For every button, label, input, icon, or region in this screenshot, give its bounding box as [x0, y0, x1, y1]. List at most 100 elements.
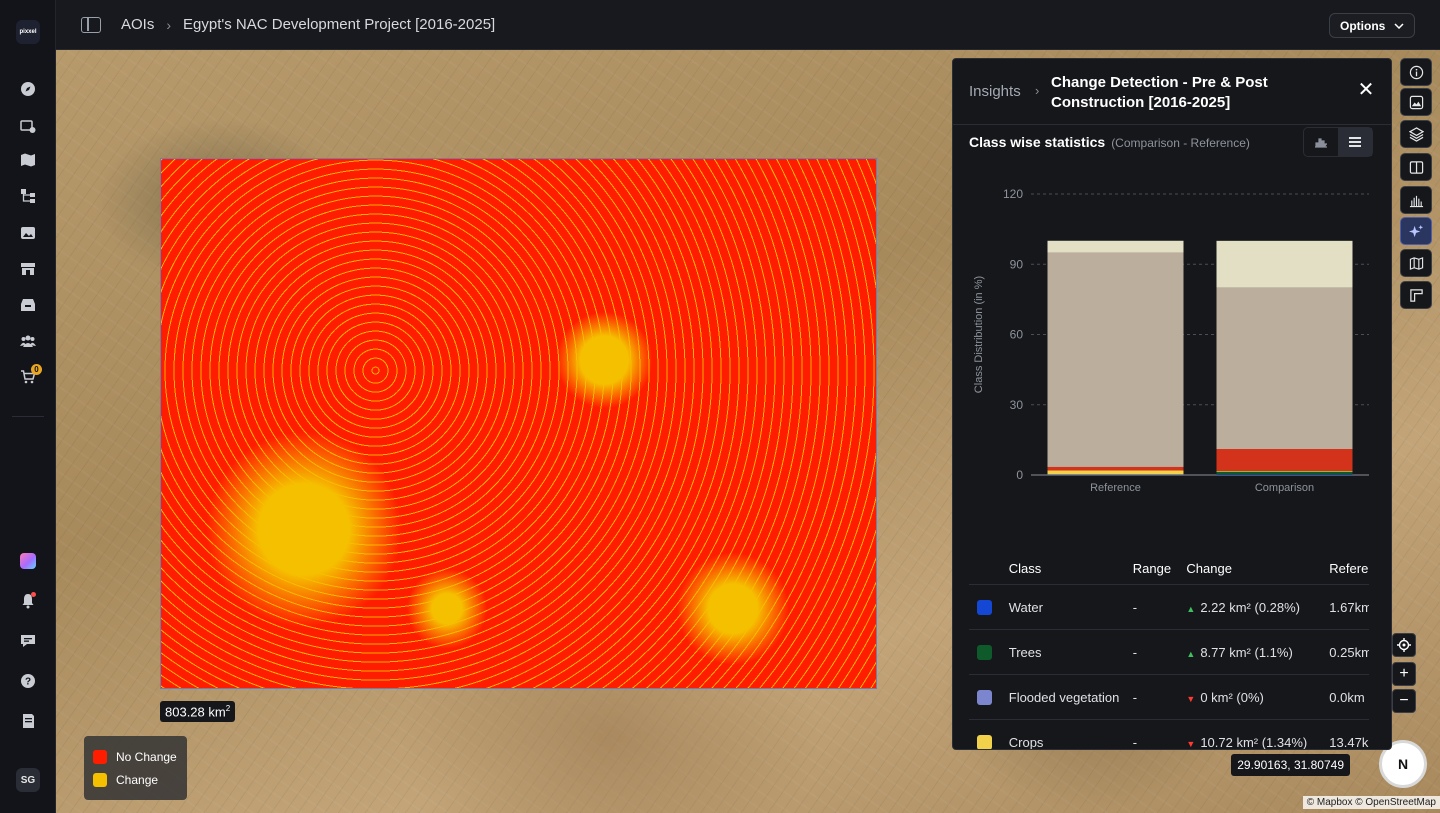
options-label: Options	[1340, 18, 1386, 33]
app-root: pixxel 0 ? SG AOIs › Egypt's NAC Develop…	[0, 0, 1440, 813]
locate-icon[interactable]	[1392, 633, 1416, 657]
aoi-area-label: 803.28 km2	[160, 701, 236, 723]
notification-dot	[31, 592, 36, 597]
y-tick-label: 0	[1016, 468, 1023, 482]
panel-chevron-icon: ›	[1035, 83, 1040, 98]
left-rail: pixxel 0 ? SG	[0, 0, 56, 813]
breadcrumb-aois[interactable]: AOIs	[121, 16, 154, 33]
table-body: Water - ▲ 2.22 km² (0.28%) 1.67km Trees - ▲ 8.77…	[969, 585, 1369, 750]
zoom-out-button[interactable]: −	[1392, 689, 1416, 713]
class-reference: 13.47k	[1329, 734, 1369, 750]
table-row[interactable]: Flooded vegetation - ▼ 0 km² (0%) 0.0km	[969, 675, 1369, 720]
legend-label: No Change	[116, 749, 177, 764]
gallery-icon[interactable]	[14, 219, 42, 247]
store-icon[interactable]	[14, 255, 42, 283]
stats-subtitle: (Comparison - Reference)	[1111, 136, 1250, 150]
class-change-value: 2.22 km² (0.28%)	[1200, 599, 1301, 615]
cursor-coordinates: 29.90163, 31.80749	[1231, 754, 1350, 776]
image-settings-icon[interactable]	[14, 112, 42, 140]
stacked-bar-chart: 0 30 60 90 120 Class Distribution (in %) Refer…	[973, 187, 1369, 494]
class-name: Flooded vegetation	[1008, 689, 1120, 705]
user-avatar[interactable]: SG	[16, 768, 40, 792]
class-color-swatch	[977, 644, 992, 660]
col-change[interactable]: Change	[1186, 561, 1329, 576]
y-tick-label: 30	[1010, 398, 1024, 412]
aoi-area-exponent: 2	[225, 704, 231, 713]
table-row[interactable]: Trees - ▲ 8.77 km² (1.1%) 0.25km	[969, 630, 1369, 675]
class-color-swatch	[977, 599, 992, 615]
workflow-icon[interactable]	[14, 182, 42, 210]
map-icon[interactable]	[14, 146, 42, 174]
col-class[interactable]: Class	[1009, 561, 1133, 576]
top-bar: AOIs › Egypt's NAC Development Project […	[56, 0, 1440, 50]
close-icon[interactable]: ✕	[1357, 80, 1375, 100]
map-attribution[interactable]: © Mapbox © OpenStreetMap	[1302, 796, 1440, 809]
measure-icon[interactable]	[1400, 281, 1432, 309]
apps-gradient-icon[interactable]	[14, 547, 42, 575]
class-change-value: 0 km² (0%)	[1200, 689, 1264, 705]
image-compare-icon[interactable]	[1400, 88, 1432, 116]
table-row[interactable]: Crops - ▼ 10.72 km² (1.34%) 13.47k	[969, 720, 1369, 750]
chart-view-icon[interactable]	[1304, 128, 1338, 156]
map-legend: No Change Change	[84, 736, 187, 800]
stats-header: Class wise statistics (Comparison - Refer…	[969, 134, 1250, 150]
x-tick-label: Reference	[1090, 482, 1141, 494]
table-header: Class Range Change Refere	[969, 553, 1369, 585]
col-range[interactable]: Range	[1133, 561, 1187, 576]
bar-segment	[1216, 449, 1353, 471]
list-view-icon[interactable]	[1338, 128, 1372, 156]
cart-icon[interactable]: 0	[14, 363, 42, 391]
insights-panel: Insights › Change Detection - Pre & Post…	[952, 58, 1392, 750]
svg-text:?: ?	[25, 677, 31, 688]
bar-segment	[1047, 240, 1184, 253]
insights-breadcrumb[interactable]: Insights	[969, 83, 1021, 100]
class-change: ▼ 0 km² (0%)	[1186, 690, 1329, 705]
spectral-bars-icon[interactable]	[1400, 186, 1432, 214]
col-reference[interactable]: Refere	[1329, 561, 1369, 576]
legend-item: No Change	[93, 745, 178, 768]
chevron-down-icon	[1394, 22, 1404, 29]
class-distribution-chart: 0 30 60 90 120 Class Distribution (in %) Refer…	[969, 179, 1377, 509]
bar-segment	[1216, 470, 1353, 472]
class-reference: 1.67km	[1329, 599, 1369, 615]
panel-header: Insights › Change Detection - Pre & Post…	[953, 59, 1391, 125]
y-tick-label: 120	[1003, 187, 1023, 201]
zoom-in-button[interactable]: +	[1392, 662, 1416, 686]
y-tick-label: 60	[1010, 328, 1024, 342]
split-view-icon[interactable]	[1400, 153, 1432, 181]
legend-label: Change	[116, 772, 159, 787]
bar-segment	[1047, 252, 1184, 467]
bar-segment	[1047, 466, 1184, 471]
stats-title: Class wise statistics	[969, 134, 1106, 150]
class-reference: 0.25km	[1329, 644, 1369, 660]
bar-segment	[1216, 474, 1353, 475]
layers-icon[interactable]	[1400, 120, 1432, 148]
class-stats-table: Class Range Change Refere Water - ▲ 2.22 km…	[969, 553, 1369, 750]
options-button[interactable]: Options	[1329, 13, 1415, 38]
chat-icon[interactable]	[14, 627, 42, 655]
info-icon[interactable]	[1400, 58, 1432, 86]
class-name: Trees	[1008, 644, 1042, 660]
compass-icon[interactable]	[14, 75, 42, 103]
class-color-swatch	[977, 689, 992, 705]
breadcrumb-current: Egypt's NAC Development Project [2016-20…	[183, 16, 496, 33]
y-axis-label: Class Distribution (in %)	[973, 276, 985, 393]
sidebar-toggle-icon[interactable]	[81, 16, 101, 33]
trend-up-icon: ▲	[1186, 648, 1196, 659]
bell-icon[interactable]	[14, 587, 42, 615]
app-logo[interactable]: pixxel	[16, 20, 40, 44]
cart-count-badge: 0	[31, 364, 42, 375]
help-icon[interactable]: ?	[14, 667, 42, 695]
rail-divider	[12, 416, 44, 417]
view-toggle	[1303, 127, 1373, 157]
docs-icon[interactable]	[14, 707, 42, 735]
legend-swatch-no-change	[93, 749, 107, 764]
team-icon[interactable]	[14, 327, 42, 355]
legend-item: Change	[93, 768, 178, 791]
ai-insights-icon[interactable]	[1400, 217, 1432, 245]
basemap-icon[interactable]	[1400, 249, 1432, 277]
table-row[interactable]: Water - ▲ 2.22 km² (0.28%) 1.67km	[969, 585, 1369, 630]
class-change: ▲ 2.22 km² (0.28%)	[1186, 600, 1329, 615]
class-range: -	[1132, 734, 1138, 750]
archive-icon[interactable]	[14, 291, 42, 319]
